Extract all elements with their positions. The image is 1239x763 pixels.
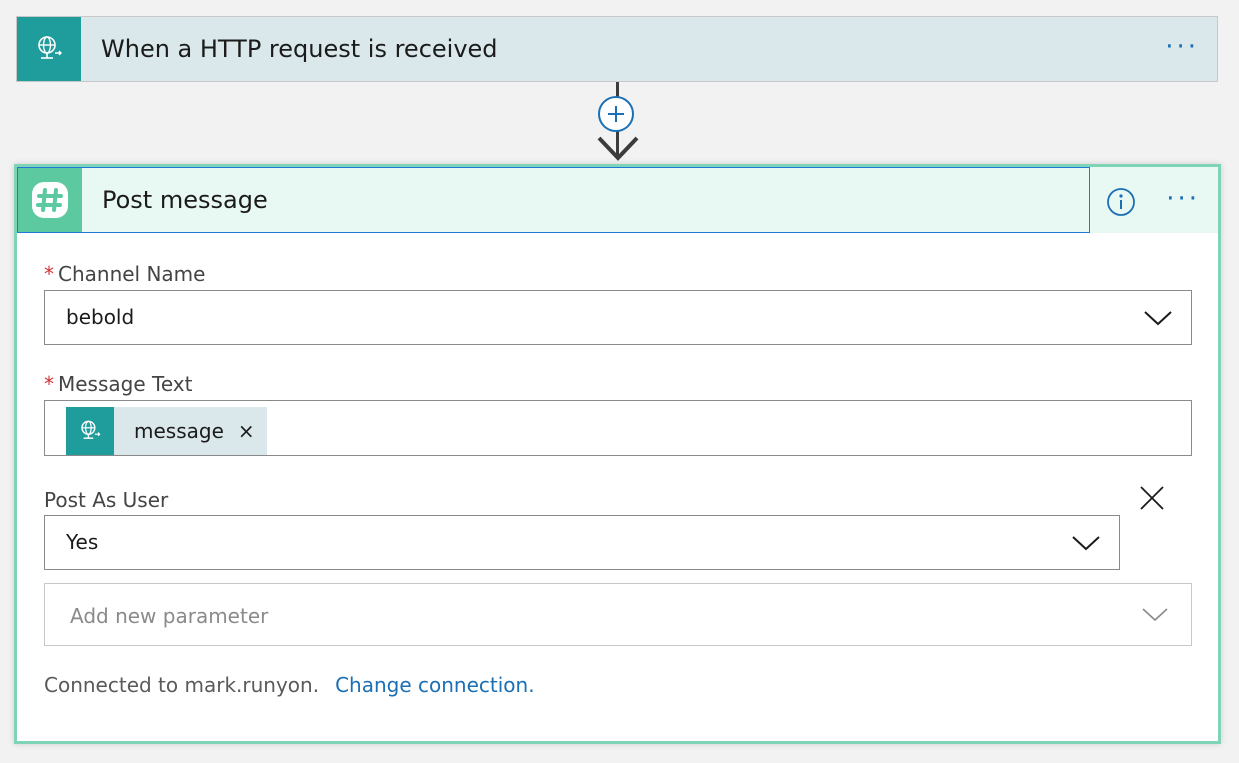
message-text-label: * Message Text [44, 372, 192, 396]
trigger-title: When a HTTP request is received [101, 35, 498, 63]
token-label: message [134, 419, 224, 443]
slack-icon [18, 168, 82, 232]
channel-name-value: bebold [66, 305, 135, 329]
action-header-title-area[interactable]: Post message [17, 167, 1090, 233]
trigger-card[interactable]: When a HTTP request is received ··· [16, 16, 1218, 82]
chevron-down-icon [1144, 311, 1172, 326]
channel-name-dropdown[interactable]: bebold [44, 290, 1192, 345]
action-title: Post message [102, 186, 268, 214]
add-step-button[interactable] [598, 96, 634, 132]
token-remove-button[interactable]: × [238, 419, 255, 443]
chevron-down-icon [1142, 608, 1168, 622]
remove-parameter-button[interactable] [1138, 484, 1166, 512]
arrow-down-icon [597, 136, 639, 161]
connected-to-text: Connected to mark.runyon. [44, 673, 320, 697]
action-more-menu[interactable]: ··· [1166, 186, 1200, 212]
chevron-down-icon [1072, 536, 1100, 551]
required-marker: * [44, 262, 54, 286]
add-parameter-placeholder: Add new parameter [70, 604, 269, 628]
plus-icon [608, 106, 624, 122]
change-connection-link[interactable]: Change connection. [335, 673, 534, 697]
post-message-card: Post message ··· * Channel Name bebold * M… [14, 164, 1221, 744]
channel-name-label: * Channel Name [44, 262, 205, 286]
channel-name-label-text: Channel Name [58, 262, 206, 286]
http-globe-icon [17, 17, 81, 81]
trigger-more-menu[interactable]: ··· [1165, 34, 1199, 60]
message-text-input[interactable]: message × [44, 400, 1192, 456]
connection-footer: Connected to mark.runyon. Change connecti… [44, 673, 535, 697]
post-as-user-label: Post As User [44, 488, 169, 512]
message-token[interactable]: message × [66, 407, 267, 455]
post-as-user-value: Yes [66, 530, 99, 554]
add-new-parameter-dropdown[interactable]: Add new parameter [44, 583, 1192, 646]
http-globe-icon [66, 407, 114, 455]
info-icon[interactable] [1106, 187, 1136, 217]
required-marker: * [44, 372, 54, 396]
message-text-label-text: Message Text [58, 372, 193, 396]
action-header: Post message ··· [17, 167, 1218, 233]
post-as-user-dropdown[interactable]: Yes [44, 515, 1120, 570]
